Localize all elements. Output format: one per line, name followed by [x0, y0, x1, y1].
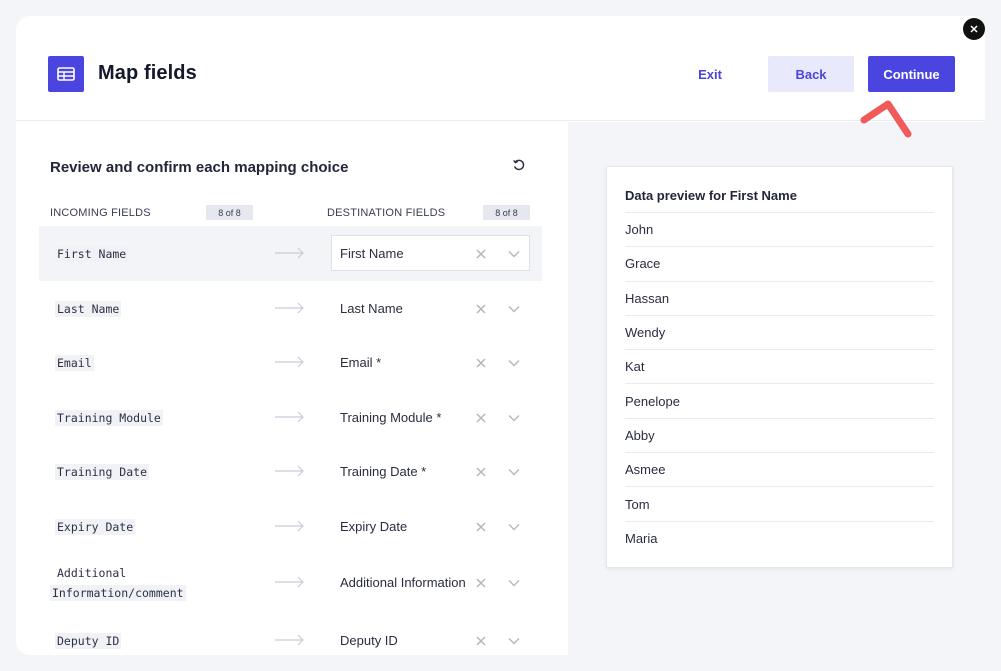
chevron-down-icon[interactable] [508, 305, 520, 313]
page-title: Map fields [98, 62, 197, 84]
mapping-row-expiry-date[interactable]: Expiry Date Expiry Date [39, 499, 542, 554]
close-button[interactable] [963, 18, 985, 40]
list-item: Penelope [625, 383, 934, 417]
mapping-row-training-module[interactable]: Training Module Training Module * [39, 390, 542, 445]
incoming-field-label: Training Date [55, 464, 150, 480]
destination-field-label[interactable]: Training Module * [340, 410, 470, 425]
list-item: John [625, 212, 934, 246]
clear-icon[interactable] [476, 578, 486, 588]
destination-count-badge: 8 of 8 [483, 205, 530, 220]
incoming-field-label-line2: Information/comment [50, 585, 186, 601]
incoming-field-label: Expiry Date [55, 519, 136, 535]
list-item: Maria [625, 520, 934, 555]
incoming-field-label: Email [55, 355, 94, 371]
data-preview-card: Data preview for First Name John Grace H… [606, 166, 953, 568]
destination-field-label[interactable]: Expiry Date [340, 519, 470, 534]
clear-icon[interactable] [476, 522, 486, 532]
list-item: Wendy [625, 314, 934, 349]
destination-field-label: First Name [340, 246, 404, 261]
clear-icon[interactable] [476, 249, 486, 259]
arrow-right-icon [275, 356, 304, 368]
mapping-row-first-name[interactable]: First Name First Name [39, 226, 542, 281]
arrow-right-icon [275, 465, 304, 477]
continue-button[interactable]: Continue [868, 56, 955, 92]
destination-field-label[interactable]: Additional Information [340, 575, 470, 590]
clear-icon[interactable] [476, 467, 486, 477]
dialog-header: Map fields Exit Back Continue [16, 16, 985, 121]
clear-icon[interactable] [476, 358, 486, 368]
mapping-row-last-name[interactable]: Last Name Last Name [39, 281, 542, 336]
incoming-field-label: First Name [55, 246, 129, 262]
arrow-right-icon [275, 411, 304, 423]
arrow-right-icon [275, 520, 304, 532]
list-item: Abby [625, 417, 934, 452]
preview-title: Data preview for First Name [625, 188, 797, 203]
clear-icon[interactable] [476, 413, 486, 423]
reset-icon[interactable] [512, 158, 526, 172]
incoming-count-badge: 8 of 8 [206, 205, 253, 220]
chevron-down-icon[interactable] [508, 468, 520, 476]
chevron-down-icon[interactable] [508, 637, 520, 645]
clear-icon[interactable] [476, 636, 486, 646]
list-item: Kat [625, 349, 934, 383]
mapping-row-additional-information[interactable]: Additional Information/comment Additiona… [39, 553, 542, 613]
incoming-field-label: Training Module [55, 410, 163, 426]
chevron-down-icon[interactable] [508, 250, 520, 258]
close-icon [970, 25, 978, 33]
incoming-field-label-line1: Additional [57, 566, 127, 580]
chevron-down-icon[interactable] [508, 523, 520, 531]
destination-fields-header: DESTINATION FIELDS [327, 207, 446, 219]
incoming-field-label: Deputy ID [55, 633, 122, 649]
list-item: Tom [625, 486, 934, 520]
list-item: Hassan [625, 280, 934, 315]
incoming-fields-header: INCOMING FIELDS [50, 207, 151, 219]
destination-field-label[interactable]: Last Name [340, 301, 470, 316]
chevron-down-icon[interactable] [508, 414, 520, 422]
exit-button[interactable]: Exit [681, 56, 739, 92]
arrow-right-icon [275, 576, 304, 588]
mapping-row-email[interactable]: Email Email * [39, 335, 542, 390]
list-item: Grace [625, 246, 934, 280]
preview-panel: Data preview for First Name John Grace H… [568, 122, 985, 655]
clear-icon[interactable] [476, 304, 486, 314]
incoming-field-label: Last Name [55, 301, 122, 317]
arrow-right-icon [275, 302, 304, 314]
preview-list: John Grace Hassan Wendy Kat Penelope Abb… [625, 212, 934, 555]
mapping-panel: Review and confirm each mapping choice I… [16, 122, 568, 655]
chevron-down-icon[interactable] [508, 359, 520, 367]
arrow-right-icon [275, 634, 304, 646]
list-item: Asmee [625, 452, 934, 486]
annotation-caret-icon [860, 100, 912, 138]
mapping-title: Review and confirm each mapping choice [50, 159, 349, 176]
map-fields-dialog: Map fields Exit Back Continue Review and… [16, 16, 985, 655]
destination-field-label[interactable]: Training Date * [340, 464, 470, 479]
destination-field-label[interactable]: Deputy ID [340, 633, 470, 648]
table-icon [48, 56, 84, 92]
chevron-down-icon[interactable] [508, 579, 520, 587]
mapping-row-training-date[interactable]: Training Date Training Date * [39, 444, 542, 499]
mapping-row-deputy-id[interactable]: Deputy ID Deputy ID [39, 613, 542, 655]
arrow-right-icon [275, 247, 304, 259]
back-button[interactable]: Back [768, 56, 854, 92]
destination-field-label[interactable]: Email * [340, 355, 470, 370]
